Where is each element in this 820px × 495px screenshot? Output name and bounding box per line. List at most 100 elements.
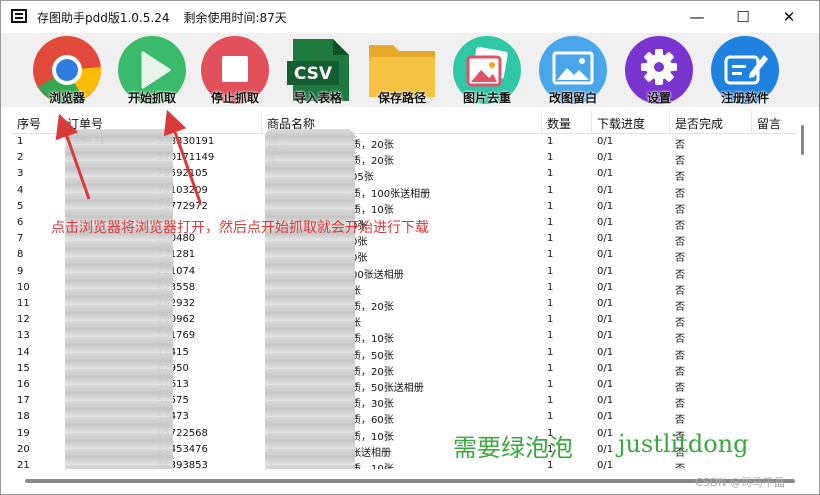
cell-download-progress: 0/1 (597, 330, 614, 342)
cell-completed: 否 (675, 237, 685, 249)
column-header-completed[interactable]: 是否完成 (675, 115, 723, 132)
cell-index: 6 (17, 217, 24, 228)
cell-download-progress: 0/1 (597, 281, 614, 293)
settings-label: 设置 (646, 91, 671, 105)
cell-index: 5 (17, 200, 24, 212)
cell-download-progress: 0/1 (597, 233, 614, 245)
cell-index: 17 (17, 395, 30, 407)
cell-download-progress: 0/1 (597, 346, 614, 358)
register-button[interactable]: 注册软件 (710, 35, 780, 105)
browser-button[interactable]: 浏览器 (32, 35, 102, 105)
cell-product-name: 质，100张送相册 (351, 188, 431, 200)
stop-grab-button[interactable]: 停止抓取 (200, 35, 270, 105)
cell-index: 20 (17, 443, 30, 455)
app-icon (11, 9, 27, 23)
cell-download-progress: 0/1 (597, 411, 614, 423)
stop-grab-label: 停止抓取 (210, 91, 259, 105)
column-header-quantity[interactable]: 数量 (547, 115, 571, 132)
save-path-label: 保存路径 (377, 91, 426, 105)
cell-download-progress: 0/1 (597, 184, 614, 196)
cell-download-progress: 0/1 (597, 249, 614, 261)
window-title: 存图助手pdd版1.0.5.24 剩余使用时间:87天 (37, 9, 287, 26)
cell-completed: 否 (675, 399, 685, 411)
cell-quantity: 1 (547, 330, 554, 342)
cell-completed: 否 (675, 188, 685, 200)
minimize-button[interactable]: — (674, 1, 720, 33)
cell-quantity: 1 (547, 314, 554, 326)
cell-index: 7 (17, 233, 24, 245)
cell-index: 8 (17, 249, 24, 261)
import-table-label: 导入表格 (293, 91, 342, 105)
cell-quantity: 1 (547, 217, 554, 228)
cell-index: 13 (17, 330, 30, 342)
cell-completed: 否 (675, 318, 685, 330)
close-button[interactable]: ✕ (766, 1, 812, 33)
vertical-scrollbar[interactable] (799, 113, 807, 465)
cell-product-name: 质，60张 (351, 415, 394, 427)
cell-download-progress: 0/1 (597, 395, 614, 407)
column-header-download-progress[interactable]: 下载进度 (597, 115, 645, 132)
cell-quantity: 1 (547, 281, 554, 293)
cell-quantity: 1 (547, 152, 554, 164)
cell-completed: 否 (675, 253, 685, 265)
cell-completed: 否 (675, 140, 685, 151)
cell-product-name: 质，20张 (351, 156, 394, 168)
cell-completed: 否 (675, 302, 685, 313)
cell-quantity: 1 (547, 395, 554, 407)
vertical-scrollbar-thumb[interactable] (801, 125, 804, 155)
cell-completed: 否 (675, 285, 685, 297)
annotation-arrows (55, 109, 201, 206)
csv-text: CSV (294, 64, 333, 84)
cell-download-progress: 0/1 (597, 443, 614, 455)
column-header-message[interactable]: 留言 (757, 115, 781, 132)
cell-download-progress: 0/1 (597, 265, 614, 277)
cell-download-progress: 0/1 (597, 200, 614, 212)
remaining-time: 剩余使用时间:87天 (183, 11, 287, 25)
cell-product-name: 质，50张送相册 (351, 383, 424, 394)
horizontal-scrollbar[interactable] (25, 479, 795, 483)
settings-button[interactable]: 设置 (624, 35, 694, 105)
blur-product-column (265, 129, 355, 469)
edit-image-whitespace-button[interactable]: 改图留白 (538, 35, 608, 105)
cell-download-progress: 0/1 (597, 136, 614, 147)
save-path-button[interactable]: 保存路径 (367, 35, 437, 105)
cell-quantity: 1 (547, 298, 554, 309)
app-title: 存图助手pdd版1.0.5.24 (37, 11, 170, 25)
cell-product-name: 张送相册 (351, 447, 391, 459)
cell-completed: 否 (675, 350, 685, 362)
cell-quantity: 1 (547, 265, 554, 277)
column-header-index[interactable]: 序号 (17, 115, 41, 132)
register-label: 注册软件 (720, 91, 769, 105)
cell-quantity: 1 (547, 411, 554, 423)
cell-download-progress: 0/1 (597, 152, 614, 164)
start-grab-button[interactable]: 开始抓取 (117, 35, 187, 105)
cell-download-progress: 0/1 (597, 362, 614, 374)
cell-index: 21 (17, 460, 30, 469)
cell-index: 15 (17, 362, 30, 374)
cell-index: 19 (17, 427, 30, 439)
cell-product-name: 质，30张 (351, 399, 394, 411)
cell-quantity: 1 (547, 233, 554, 245)
cell-index: 18 (17, 411, 30, 423)
cell-product-name: 质，10张 (351, 204, 394, 216)
cell-download-progress: 0/1 (597, 217, 614, 228)
cell-completed: 否 (675, 383, 685, 394)
cell-completed: 否 (675, 172, 685, 184)
cell-download-progress: 0/1 (597, 460, 614, 469)
cell-completed: 否 (675, 221, 685, 232)
import-table-button[interactable]: CSV 导入表格 (283, 35, 353, 105)
dedupe-images-button[interactable]: 图片去重 (452, 35, 522, 105)
annotation-text: 点击浏览器将浏览器打开，然后点开始抓取就会开始进行下载 (51, 220, 429, 236)
cell-quantity: 1 (547, 136, 554, 147)
cell-quantity: 1 (547, 362, 554, 374)
cell-index: 2 (17, 152, 24, 164)
cell-download-progress: 0/1 (597, 168, 614, 180)
cell-download-progress: 0/1 (597, 379, 614, 390)
cell-completed: 否 (675, 415, 685, 427)
cell-completed: 否 (675, 460, 685, 469)
cell-index: 3 (17, 168, 24, 180)
maximize-button[interactable]: ☐ (720, 1, 766, 33)
cell-product-name: 质，20张 (351, 302, 394, 313)
cell-product-name: 质，10张 (351, 460, 394, 469)
cell-quantity: 1 (547, 379, 554, 390)
